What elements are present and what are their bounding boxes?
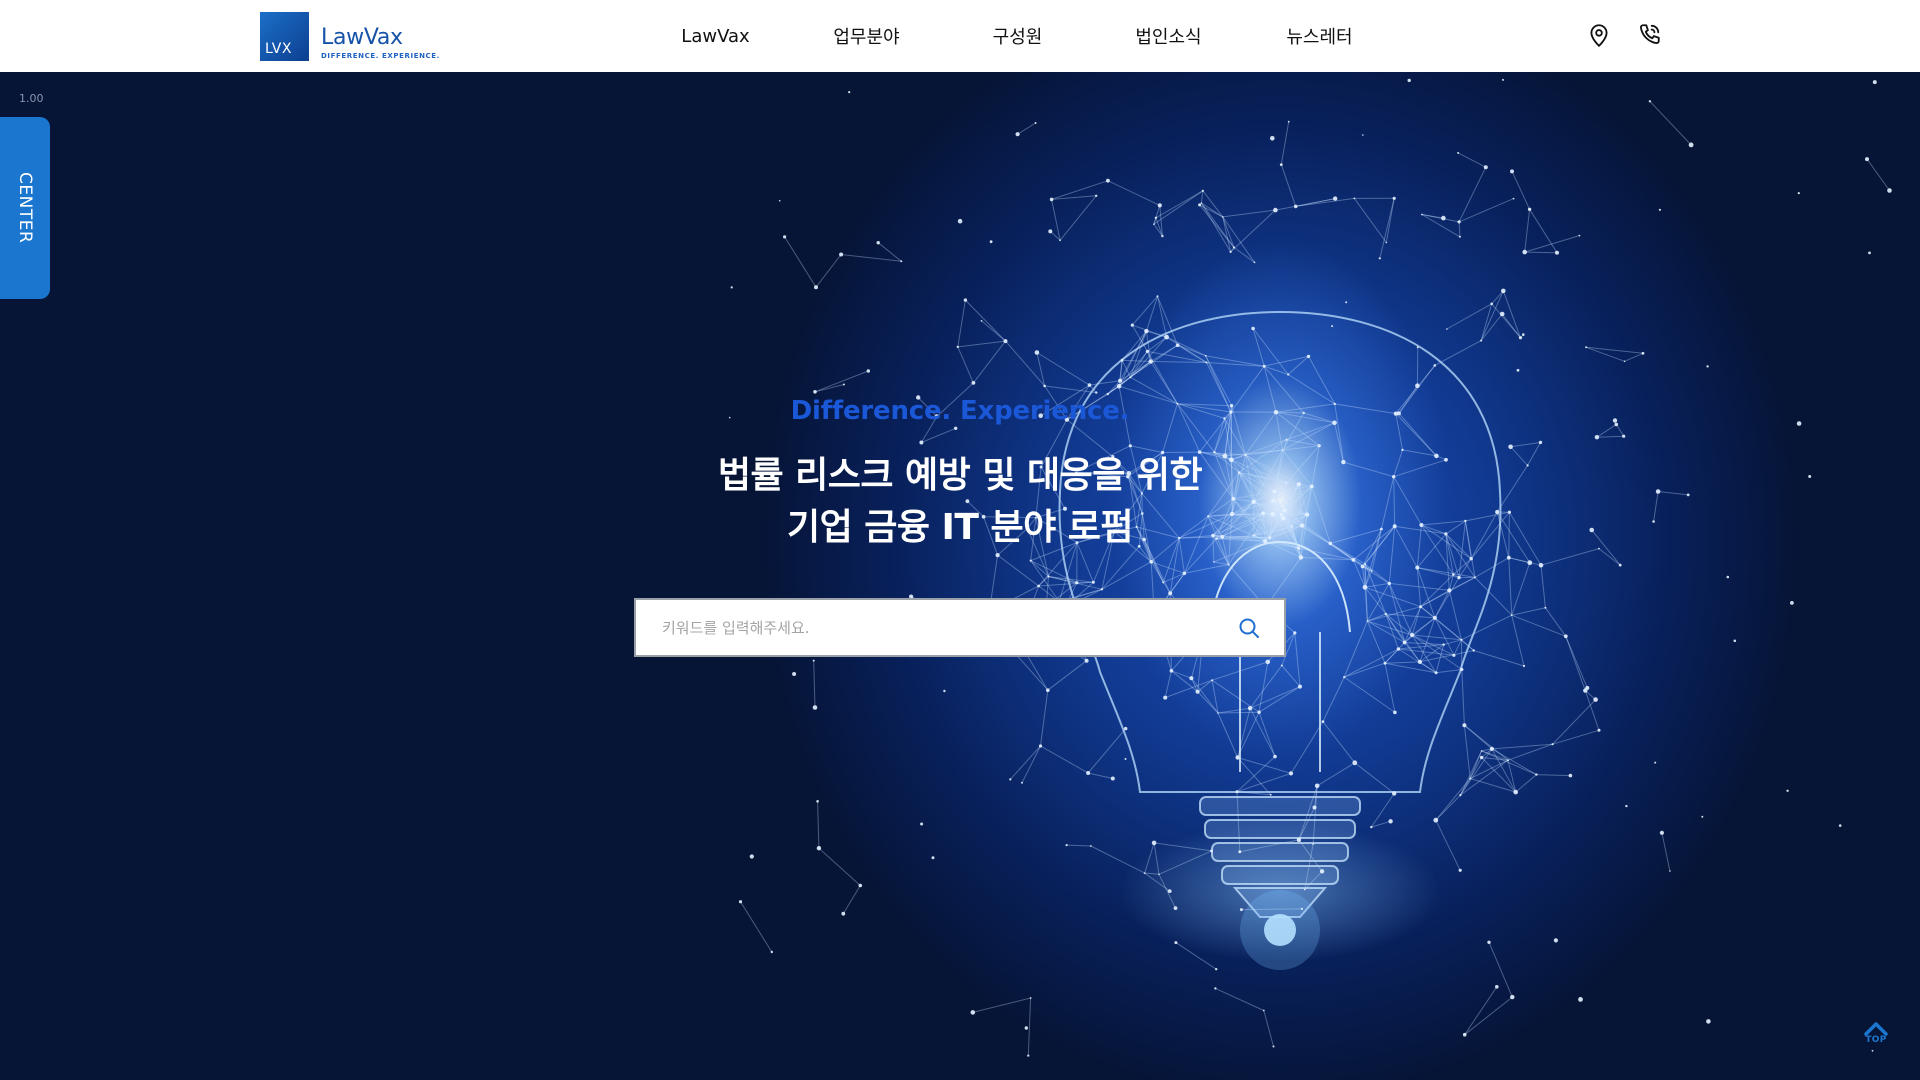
nav-item-firm-news[interactable]: 법인소식 <box>1093 23 1244 49</box>
site-logo[interactable]: LVX LawVax DIFFERENCE. EXPERIENCE. <box>260 11 440 61</box>
hero-headline: 법률 리스크 예방 및 대응을 위한 기업 금융 IT 분야 로펌 <box>0 450 1920 554</box>
logo-name: LawVax <box>321 24 403 50</box>
phone-icon[interactable] <box>1636 22 1662 48</box>
nav-item-members[interactable]: 구성원 <box>942 23 1093 49</box>
logo-mark-text: LVX <box>265 40 292 57</box>
nav-item-newsletter[interactable]: 뉴스레터 <box>1244 23 1395 49</box>
top-label: TOP <box>1865 1035 1887 1045</box>
search-icon <box>1239 618 1259 638</box>
center-side-tab[interactable]: CENTER <box>0 117 50 299</box>
search-input[interactable] <box>636 600 1214 655</box>
hero-headline-line1: 법률 리스크 예방 및 대응을 위한 <box>717 455 1203 496</box>
zoom-level: 1.00 <box>19 92 44 105</box>
hero-tagline: Difference. Experience. <box>790 396 1130 426</box>
main-nav: LawVax 업무분야 구성원 법인소식 뉴스레터 <box>640 0 1395 72</box>
header-icons <box>1586 22 1662 48</box>
scroll-top-button[interactable]: TOP <box>1859 1019 1893 1053</box>
search-button[interactable] <box>1214 600 1284 655</box>
nav-item-practice-areas[interactable]: 업무분야 <box>791 23 942 49</box>
hero-section: 1.00 CENTER Difference. Experience. 법률 리… <box>0 72 1920 1080</box>
lightbulb-network-image <box>728 78 1892 1057</box>
logo-mark: LVX <box>260 11 309 61</box>
site-header: LVX LawVax DIFFERENCE. EXPERIENCE. LawVa… <box>0 0 1920 72</box>
logo-tagline: DIFFERENCE. EXPERIENCE. <box>321 51 440 60</box>
hero-headline-line2: 기업 금융 IT 분야 로펌 <box>786 507 1134 548</box>
logo-wordmark: LawVax DIFFERENCE. EXPERIENCE. <box>321 13 440 60</box>
nav-item-lawvax[interactable]: LawVax <box>640 26 791 47</box>
search-bar <box>634 598 1286 657</box>
location-pin-icon[interactable] <box>1586 22 1612 48</box>
